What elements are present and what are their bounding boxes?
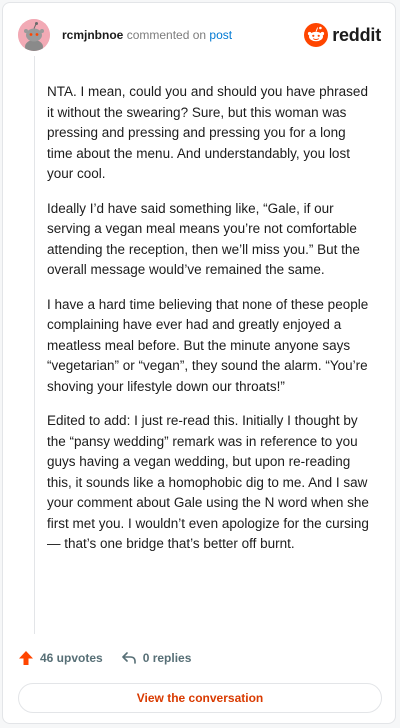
comment-paragraph: I have a hard time believing that none o… (47, 296, 369, 394)
comment-meta: rcmjnbnoe commented on post (62, 27, 232, 43)
upvote-count: 46 upvotes (40, 651, 103, 665)
user-avatar[interactable] (18, 19, 50, 51)
post-link[interactable]: post (209, 28, 232, 42)
comment-card: rcmjnbnoe commented on post reddit NTA. … (2, 2, 396, 724)
thread-line (34, 56, 35, 634)
brand-name: reddit (332, 24, 381, 45)
comment-actions: 46 upvotes 0 replies (18, 648, 191, 668)
upvote-arrow-icon (19, 651, 33, 665)
comment-paragraph: Edited to add: I just re-read this. Init… (47, 413, 369, 551)
snoo-avatar-icon (18, 19, 50, 51)
upvote-button[interactable]: 46 upvotes (18, 650, 103, 666)
view-conversation-button[interactable]: View the conversation (18, 683, 382, 713)
reply-count: 0 replies (142, 651, 192, 665)
comment-paragraph: Ideally I’d have said something like, “G… (47, 200, 360, 278)
reddit-brand[interactable]: reddit (304, 23, 381, 47)
username[interactable]: rcmjnbnoe (62, 28, 123, 42)
comment-body: NTA. I mean, could you and should you ha… (47, 82, 373, 569)
comment-paragraph: NTA. I mean, could you and should you ha… (47, 84, 368, 181)
reply-arrow-icon (121, 652, 136, 664)
action-text: commented on (126, 28, 207, 42)
comment-header: rcmjnbnoe commented on post reddit (18, 17, 381, 53)
replies-button[interactable]: 0 replies (121, 650, 192, 666)
reddit-logo-icon (304, 23, 329, 47)
